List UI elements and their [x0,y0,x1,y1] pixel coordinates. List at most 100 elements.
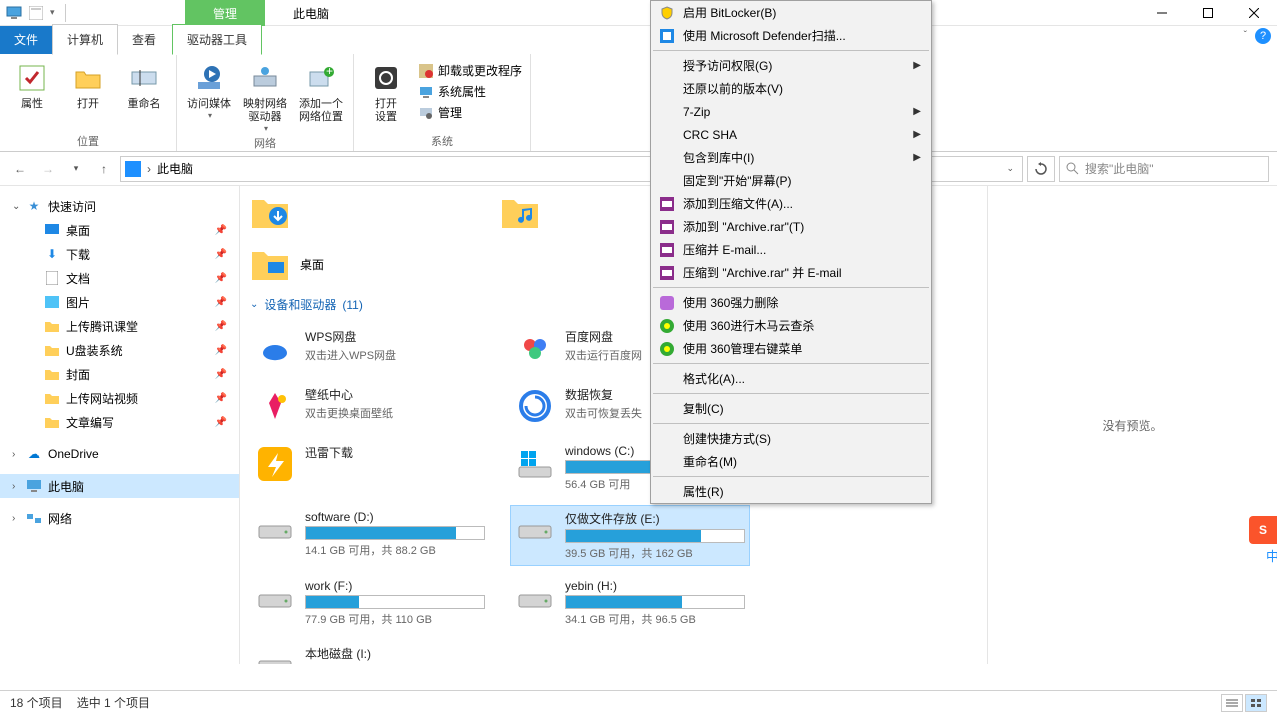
close-button[interactable] [1231,0,1277,26]
folder-item-desktop[interactable]: 桌面 [250,244,480,284]
device-drive-h[interactable]: yebin (H:)34.1 GB 可用，共 96.5 GB [510,574,750,632]
sidebar-item-folder4[interactable]: 上传网站视频📌 [0,386,239,410]
tab-view[interactable]: 查看 [118,25,170,54]
sidebar-item-downloads[interactable]: ⬇下载📌 [0,242,239,266]
ctx-360-trojan[interactable]: 使用 360进行木马云查杀 [651,314,931,337]
ctx-add-archive-rar[interactable]: 添加到 "Archive.rar"(T) [651,215,931,238]
ribbon-rename-button[interactable]: 重命名 [120,58,168,111]
ime-indicator[interactable]: 中 [1266,546,1277,565]
ctx-copy[interactable]: 复制(C) [651,397,931,420]
ctx-properties[interactable]: 属性(R) [651,480,931,503]
ribbon-add-location-button[interactable]: + 添加一个 网络位置 [297,58,345,124]
ctx-7zip[interactable]: 7-Zip▶ [651,100,931,123]
ribbon-settings-button[interactable]: 打开 设置 [362,58,410,124]
ctx-crcsha[interactable]: CRC SHA▶ [651,123,931,146]
label: 快速访问 [48,198,96,215]
sogou-ime-icon[interactable]: S [1249,516,1277,544]
pc-icon [125,161,141,177]
ribbon-sysprops-button[interactable]: 系统属性 [418,83,522,100]
tab-file[interactable]: 文件 [0,25,52,54]
sidebar-item-desktop[interactable]: 桌面📌 [0,218,239,242]
view-icons-button[interactable] [1245,694,1267,712]
tab-computer[interactable]: 计算机 [52,24,118,55]
ctx-format[interactable]: 格式化(A)... [651,367,931,390]
tab-drive-tools[interactable]: 驱动器工具 [172,24,262,55]
nav-forward-button[interactable]: → [36,157,60,181]
ctx-library[interactable]: 包含到库中(I)▶ [651,146,931,169]
folder-icon [44,318,60,334]
name: 本地磁盘 (I:) [305,645,485,662]
ribbon-manage-button[interactable]: 管理 [418,104,522,121]
label: 添加到压缩文件(A)... [683,195,793,212]
view-details-button[interactable] [1221,694,1243,712]
ctx-pin-start[interactable]: 固定到"开始"屏幕(P) [651,169,931,192]
xunlei-icon [255,444,295,484]
qat-dropdown-icon[interactable]: ▾ [50,7,55,18]
rename-icon [128,62,160,94]
separator [653,287,929,288]
ribbon-media-button[interactable]: 访问媒体▾ [185,58,233,120]
chevron-right-icon: › [12,481,15,492]
ribbon-properties-button[interactable]: 属性 [8,58,56,111]
ctx-compress-mail[interactable]: 压缩并 E-mail... [651,238,931,261]
sidebar-thispc[interactable]: ›此电脑 [0,474,239,498]
device-wallpaper[interactable]: 壁纸中心双击更换桌面壁纸 [250,381,490,431]
device-drive-d[interactable]: software (D:)14.1 GB 可用，共 88.2 GB [250,505,490,566]
label: 打开 设置 [375,98,397,124]
form-icon[interactable] [28,5,44,21]
window-controls [1139,0,1277,26]
name: software (D:) [305,510,485,524]
sidebar-network[interactable]: ›网络 [0,506,239,530]
sidebar-item-pictures[interactable]: 图片📌 [0,290,239,314]
ribbon-open-button[interactable]: 打开 [64,58,112,111]
ribbon-map-drive-button[interactable]: 映射网络 驱动器▾ [241,58,289,133]
device-drive-e[interactable]: 仅做文件存放 (E:)39.5 GB 可用，共 162 GB [510,505,750,566]
name: 壁纸中心 [305,386,485,403]
ctx-shortcut[interactable]: 创建快捷方式(S) [651,427,931,450]
label: 创建快捷方式(S) [683,430,771,447]
pin-icon: 📌 [215,297,227,308]
sidebar-item-folder1[interactable]: 上传腾讯课堂📌 [0,314,239,338]
ctx-bitlocker[interactable]: 启用 BitLocker(B) [651,1,931,24]
ctx-restore[interactable]: 还原以前的版本(V) [651,77,931,100]
nav-up-button[interactable]: ↑ [92,157,116,181]
sidebar-item-documents[interactable]: 文档📌 [0,266,239,290]
group-title: 系统 [431,131,453,149]
maximize-button[interactable] [1185,0,1231,26]
device-xunlei[interactable]: 迅雷下载 [250,439,490,497]
chevron-right-icon: ▶ [913,129,921,140]
label: 属性 [21,98,43,111]
minimize-button[interactable] [1139,0,1185,26]
ctx-360-menu[interactable]: 使用 360管理右键菜单 [651,337,931,360]
nav-back-button[interactable]: ← [8,157,32,181]
nav-history-dropdown[interactable]: ▾ [64,157,88,181]
baidu-icon [515,328,555,368]
ctx-access[interactable]: 授予访问权限(G)▶ [651,54,931,77]
ctx-add-archive[interactable]: 添加到压缩文件(A)... [651,192,931,215]
device-wps[interactable]: WPS网盘双击进入WPS网盘 [250,323,490,373]
main-area: ⌄★快速访问 桌面📌 ⬇下载📌 文档📌 图片📌 上传腾讯课堂📌 U盘装系统📌 封… [0,186,1277,664]
ribbon-uninstall-button[interactable]: 卸载或更改程序 [418,62,522,79]
search-input[interactable]: 搜索"此电脑" [1059,156,1269,182]
help-icon[interactable]: ? [1255,28,1271,44]
folder-item[interactable] [250,192,480,232]
sidebar-item-folder2[interactable]: U盘装系统📌 [0,338,239,362]
group-title: 位置 [77,131,99,149]
ribbon-collapse-icon[interactable]: ˇ [1244,30,1247,41]
sub: 39.5 GB 可用，共 162 GB [565,545,745,561]
sidebar-item-folder5[interactable]: 文章编写📌 [0,410,239,434]
refresh-button[interactable] [1027,156,1055,182]
ctx-defender[interactable]: 使用 Microsoft Defender扫描... [651,24,931,47]
ctx-360-delete[interactable]: 使用 360强力删除 [651,291,931,314]
chevron-down-icon[interactable]: ⌄ [1006,163,1018,174]
ctx-rename[interactable]: 重命名(M) [651,450,931,473]
device-drive-i[interactable]: 本地磁盘 (I:)56.2 GB 可用，共 96.7 GB [250,640,490,664]
titlebar: ▾ 管理 此电脑 [0,0,1277,26]
device-drive-f[interactable]: work (F:)77.9 GB 可用，共 110 GB [250,574,490,632]
sidebar-item-folder3[interactable]: 封面📌 [0,362,239,386]
sidebar-quick-access[interactable]: ⌄★快速访问 [0,194,239,218]
breadcrumb[interactable]: 此电脑 [157,160,193,177]
label: 还原以前的版本(V) [683,80,783,97]
ctx-compress-rar-mail[interactable]: 压缩到 "Archive.rar" 并 E-mail [651,261,931,284]
sidebar-onedrive[interactable]: ›☁OneDrive [0,442,239,466]
